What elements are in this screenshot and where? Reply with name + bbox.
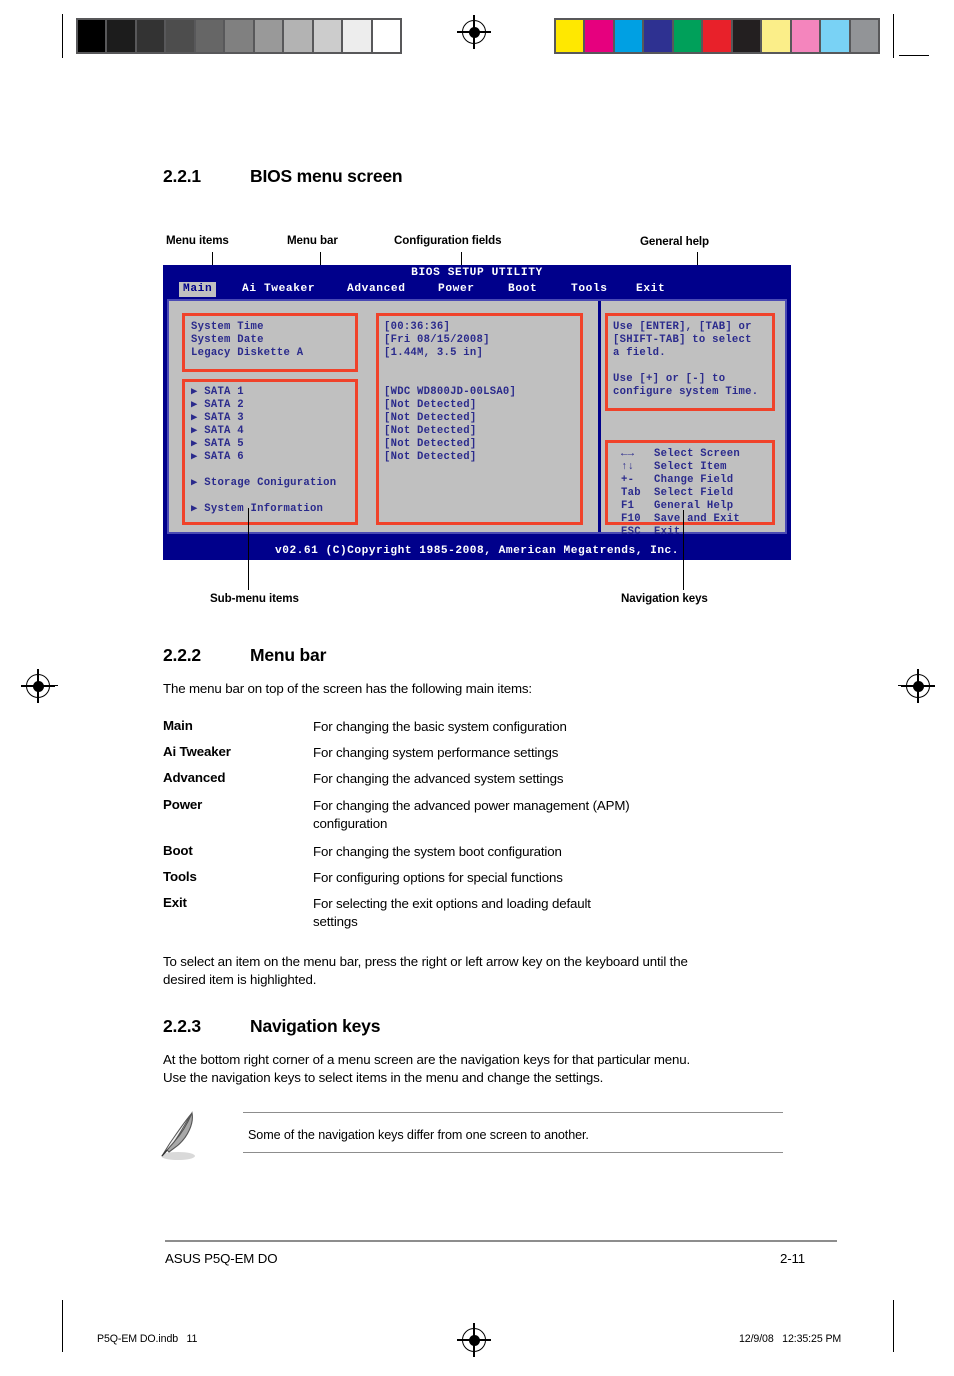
bios-general-help-text: Use [ENTER], [TAB] or [SHIFT-TAB] to sel… xyxy=(613,321,759,398)
section-222-title: Menu bar xyxy=(250,645,327,665)
bios-setup-screen: BIOS SETUP UTILITY Main Ai Tweaker Advan… xyxy=(163,265,791,560)
footer-page-number: 2-11 xyxy=(780,1251,806,1266)
menubar-term-main: Main xyxy=(163,718,193,733)
callout-navigation-keys: Navigation keys xyxy=(621,592,708,605)
callout-configuration-fields: Configuration fields xyxy=(394,234,502,247)
bios-tab-ai-tweaker[interactable]: Ai Tweaker xyxy=(238,282,319,297)
section-221-title: BIOS menu screen xyxy=(250,166,403,186)
bios-tab-exit[interactable]: Exit xyxy=(632,282,669,297)
callout-menu-bar: Menu bar xyxy=(287,234,338,247)
section-223-title: Navigation keys xyxy=(250,1016,381,1036)
callout-sub-menu-items: Sub-menu items xyxy=(210,592,299,605)
bios-tab-power[interactable]: Power xyxy=(434,282,479,297)
menubar-outro-paragraph: To select an item on the menu bar, press… xyxy=(163,954,688,988)
callout-menu-items: Menu items xyxy=(166,234,229,247)
section-221-number: 2.2.1 xyxy=(163,166,201,186)
menubar-term-advanced: Advanced xyxy=(163,770,226,785)
section-223-number: 2.2.3 xyxy=(163,1016,201,1036)
bios-tab-main[interactable]: Main xyxy=(179,282,217,297)
callout-general-help: General help xyxy=(640,235,710,248)
menubar-term-boot: Boot xyxy=(163,843,193,858)
note-text: Some of the navigation keys differ from … xyxy=(248,1128,589,1142)
bios-navigation-keys-text: ←→ Select Screen ↑↓ Select Item +- Chang… xyxy=(621,448,740,538)
menubar-intro-paragraph: The menu bar on top of the screen has th… xyxy=(163,681,532,696)
bios-tab-tools[interactable]: Tools xyxy=(567,282,612,297)
bios-config-fields-text[interactable]: [00:36:36] [Fri 08/15/2008] [1.44M, 3.5 … xyxy=(384,321,490,360)
bios-screen-title: BIOS SETUP UTILITY xyxy=(411,267,543,279)
bios-tab-advanced[interactable]: Advanced xyxy=(343,282,410,297)
quill-note-icon xyxy=(161,1111,195,1160)
menubar-term-exit: Exit xyxy=(163,895,187,910)
menubar-term-ai-tweaker: Ai Tweaker xyxy=(163,744,231,759)
menubar-term-power: Power xyxy=(163,797,203,812)
menubar-desc-tools: For configuring options for special func… xyxy=(313,870,563,885)
bios-panel-divider xyxy=(598,301,601,532)
footer-rule xyxy=(165,1240,837,1242)
bios-content-area: System Time System Date Legacy Diskette … xyxy=(167,299,787,538)
section-222-number: 2.2.2 xyxy=(163,645,201,665)
leader-navigation-keys xyxy=(683,510,684,590)
menubar-desc-advanced: For changing the advanced system setting… xyxy=(313,771,564,786)
bios-menu-items-text[interactable]: System Time System Date Legacy Diskette … xyxy=(191,321,303,360)
note-rule-bottom xyxy=(243,1152,783,1153)
print-slug-filename: P5Q-EM DO.indb 11 xyxy=(97,1333,198,1345)
bios-copyright-footer: v02.61 (C)Copyright 1985-2008, American … xyxy=(163,543,791,560)
menubar-desc-main: For changing the basic system configurat… xyxy=(313,719,567,734)
note-rule-top xyxy=(243,1112,783,1113)
bios-tab-boot[interactable]: Boot xyxy=(504,282,541,297)
bios-submenu-values-text[interactable]: [WDC WD800JD-00LSA0] [Not Detected] [Not… xyxy=(384,386,516,464)
footer-product-name: ASUS P5Q-EM DO xyxy=(165,1251,278,1266)
bios-submenu-items-text[interactable]: ▶ SATA 1 ▶ SATA 2 ▶ SATA 3 ▶ SATA 4 ▶ SA… xyxy=(191,386,336,516)
document-page: 2.2.1 BIOS menu screen Menu items Menu b… xyxy=(0,0,954,1376)
bios-menu-bar: Main Ai Tweaker Advanced Power Boot Tool… xyxy=(163,281,791,298)
leader-sub-menu-items xyxy=(248,508,249,590)
menubar-desc-boot: For changing the system boot configurati… xyxy=(313,844,562,859)
navkeys-paragraph: At the bottom right corner of a menu scr… xyxy=(163,1052,691,1086)
print-slug-timestamp: 12/9/08 12:35:25 PM xyxy=(739,1333,842,1345)
menubar-desc-exit: For selecting the exit options and loadi… xyxy=(313,896,591,930)
menubar-term-tools: Tools xyxy=(163,869,197,884)
menubar-desc-power: For changing the advanced power manageme… xyxy=(313,798,630,832)
menubar-desc-ai-tweaker: For changing system performance settings xyxy=(313,745,559,760)
